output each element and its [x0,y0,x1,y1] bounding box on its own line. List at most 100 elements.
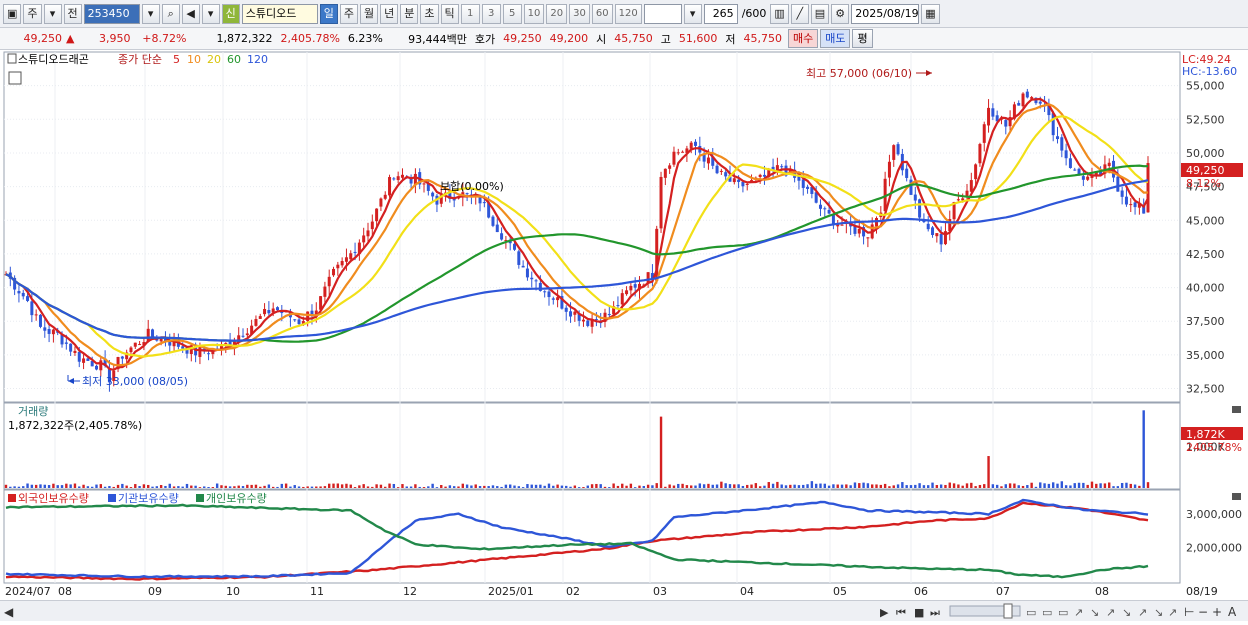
volume-bar [991,484,995,488]
period-year-button[interactable]: 년 [380,3,399,24]
interval-20-button[interactable]: 20 [546,3,568,24]
volume-bar [819,483,822,488]
volume-bar [379,484,383,488]
step-forward-icon[interactable]: ▶ [880,606,889,619]
volume-title: 거래량 [18,405,48,418]
mode-select[interactable]: 전 [63,3,82,24]
volume-bar [534,484,538,488]
chevron-down-icon[interactable]: ▾ [141,3,160,24]
volume-bar [840,484,844,488]
candle-body [732,178,736,183]
interval-1-button[interactable]: 1 [460,3,480,24]
font-size-icon[interactable]: A [1228,605,1237,619]
open-price: 45,750 [614,32,653,45]
tool-1-icon[interactable]: ↗ [1074,606,1083,619]
candle-body [530,277,534,280]
volume-bar [17,486,21,488]
volume-bar [90,486,94,488]
interval-custom-input[interactable] [643,3,682,24]
search-icon[interactable]: ⌕ [161,3,180,24]
zoom-slider-thumb[interactable] [1003,603,1013,619]
tool-4-icon[interactable]: ↘ [1122,606,1131,619]
high-label: 고 [660,32,671,46]
stock-name-field[interactable]: 스튜디오드 [241,3,318,24]
period-minute-button[interactable]: 분 [400,3,419,24]
buy-button[interactable]: 매수 [787,29,819,48]
gear-icon[interactable]: ⚙ [831,3,850,24]
eval-button[interactable]: 평 [852,29,873,48]
volume-bar [336,483,340,488]
tool-7-icon[interactable]: ↗ [1168,606,1177,619]
market-select[interactable]: 주 [23,3,42,24]
price-change: 3,950 [98,32,131,45]
window-icon[interactable]: ▣ [3,3,22,24]
candle-settings-icon[interactable]: ▥ [770,3,789,24]
speaker-icon[interactable]: ◀ [181,3,200,24]
current-price-tag: 49,250 [1186,164,1225,177]
candle-body [556,297,560,301]
zoom-fit-icon[interactable]: ⊢ [1184,605,1194,619]
interval-60-button[interactable]: 60 [591,3,613,24]
holdings-panel-close-icon[interactable] [1232,493,1241,500]
date-input[interactable]: 2025/08/19 [851,3,920,24]
volume-bar [789,484,792,488]
volume-bar [853,482,857,488]
stock-chart[interactable]: 55,00052,50050,00047,50045,00042,50040,0… [0,50,1248,600]
volume-bar [250,484,253,488]
calendar-icon[interactable]: ▦ [921,3,940,24]
period-second-button[interactable]: 초 [420,3,439,24]
layout-2-icon[interactable]: ▭ [1042,606,1052,619]
candle-body [1021,93,1025,107]
interval-10-button[interactable]: 10 [523,3,545,24]
interval-120-button[interactable]: 120 [614,3,642,24]
stock-code-input[interactable]: 253450 [83,3,140,24]
volume-bar [280,483,284,488]
bar-count-input[interactable]: 265 [703,3,738,24]
candle-body [758,174,762,177]
holdings-legend: 외국인보유수량 기관보유수량 개인보유수량 [8,492,267,505]
volume-bar [978,484,982,488]
volume-bar [185,483,189,488]
sell-button[interactable]: 매도 [820,29,851,48]
period-tick-button[interactable]: 틱 [440,3,459,24]
table-toggle-icon[interactable] [8,71,22,85]
interval-3-button[interactable]: 3 [481,3,501,24]
first-icon[interactable]: ⏮ [896,606,906,619]
period-week-button[interactable]: 주 [339,3,359,24]
volume-bar [1008,483,1012,488]
layout-3-icon[interactable]: ▭ [1058,606,1068,619]
tool-3-icon[interactable]: ↗ [1106,606,1115,619]
candle-body [926,223,930,230]
interval-30-button[interactable]: 30 [569,3,590,24]
candle-body [396,176,400,181]
trend-line-icon[interactable]: ╱ [790,3,809,24]
scroll-left-icon[interactable]: ◀ [4,605,14,619]
tool-5-icon[interactable]: ↗ [1138,606,1147,619]
last-icon[interactable]: ⏭ [930,606,940,619]
volume-bar [504,484,508,488]
period-day-button[interactable]: 일 [319,3,338,24]
volume-bar [720,481,723,488]
save-icon[interactable]: ▤ [810,3,830,24]
up-arrow-icon: ▲ [66,32,75,45]
chevron-down-icon[interactable]: ▾ [43,3,62,24]
tool-6-icon[interactable]: ↘ [1154,606,1163,619]
chevron-down-icon[interactable]: ▾ [201,3,220,24]
volume-panel-close-icon[interactable] [1232,406,1241,413]
volume-bar [211,487,215,488]
stop-icon[interactable]: ■ [914,606,924,619]
zoom-in-icon[interactable]: + [1212,605,1222,619]
volume-bar [724,483,727,488]
tool-2-icon[interactable]: ↘ [1090,606,1099,619]
chevron-down-icon[interactable]: ▾ [683,3,702,24]
volume-bar [810,481,814,488]
candle-body [332,268,336,276]
volume-bar [108,486,111,488]
volume-bar [754,483,758,488]
candle-body [694,141,698,146]
zoom-out-icon[interactable]: − [1198,605,1208,619]
layout-1-icon[interactable]: ▭ [1026,606,1036,619]
period-month-button[interactable]: 월 [360,3,379,24]
interval-5-button[interactable]: 5 [502,3,522,24]
candle-body [517,251,521,265]
